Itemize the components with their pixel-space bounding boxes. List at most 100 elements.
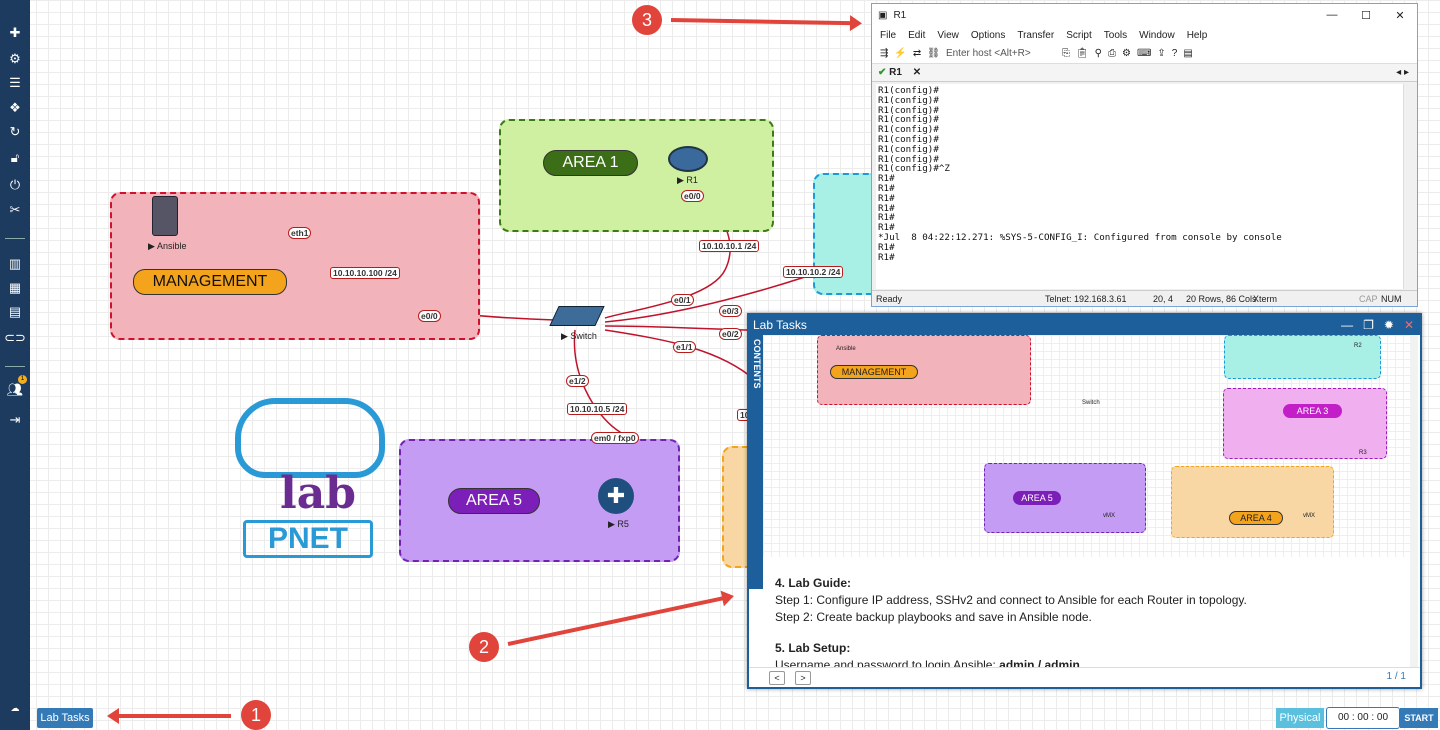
status-size: 20 Rows, 86 Cols [1186,293,1257,304]
map-icon[interactable]: ▦ [0,277,30,299]
logout-icon[interactable]: ⇥ [0,409,30,431]
settings-icon[interactable]: ✹ [1384,315,1394,335]
ip-label: 10.10.10.5 /24 [567,403,628,415]
terminal-app-icon: ▣ [878,9,888,21]
minimize-icon[interactable]: — [1341,315,1353,335]
status-ready: Ready [876,293,903,304]
link-label: e0/2 [719,328,742,340]
menu-view[interactable]: View [937,30,959,41]
server-icon[interactable] [152,196,178,236]
r1-window-titlebar[interactable]: ▣ R1 — ☐ ✕ [872,4,1417,26]
cubes-icon[interactable]: ❖ [0,97,30,119]
mini-area3-label: AREA 3 [1283,404,1342,418]
callout-badge-1: 1 [241,700,271,730]
chart-icon[interactable]: ▥ [0,253,30,275]
close-icon[interactable]: ✕ [1383,9,1417,22]
status-term: Xterm [1253,293,1278,304]
settings-icon[interactable]: ⚙ [1122,48,1131,59]
lab-timer: 00 : 00 : 00 [1326,707,1400,729]
status-cap: CAP [1359,293,1378,304]
juniper-router-icon[interactable]: ✚ [598,478,634,514]
pnet-small-logo-icon[interactable]: ☁ [0,697,30,719]
lab-tasks-scrollbar[interactable] [1410,335,1418,669]
mini-switch-label: Switch [1082,400,1100,406]
link-label: e1/2 [566,375,589,387]
quick-connect-icon[interactable]: ⚡ [894,48,906,59]
management-label: MANAGEMENT [133,269,287,295]
link-label: e1/1 [673,341,696,353]
router-icon[interactable] [668,146,708,172]
mini-r3-label: R3 [1359,450,1367,456]
power-icon[interactable]: ⏻ [0,174,30,196]
lab-tasks-title: Lab Tasks [753,318,807,332]
refresh-icon[interactable]: ↻ [0,121,30,143]
lab-tasks-titlebar[interactable]: Lab Tasks — ❐ ✹ ✕ [749,315,1420,335]
next-page-icon[interactable]: > [795,671,811,685]
link-label: e0/0 [418,310,441,322]
sftp-icon[interactable]: ⇪ [1157,48,1165,59]
physical-button[interactable]: Physical [1276,708,1324,728]
status-num: NUM [1381,293,1402,304]
find-icon[interactable]: ⚲ [1095,48,1102,59]
r1-terminal-window[interactable]: ▣ R1 — ☐ ✕ File Edit View Options Transf… [871,3,1418,307]
menu-script[interactable]: Script [1066,30,1092,41]
cogs-icon[interactable]: ⚙ [0,48,30,70]
tools-icon[interactable]: ✂ [0,199,30,221]
menu-options[interactable]: Options [971,30,1005,41]
lab-tasks-button[interactable]: Lab Tasks [37,708,93,728]
menu-edit[interactable]: Edit [908,30,925,41]
area1[interactable] [499,119,774,232]
restore-icon[interactable]: ❐ [1363,315,1374,335]
paste-icon[interactable]: 📋︎ [1076,48,1089,59]
contents-tab[interactable]: CONTENTS [749,335,763,589]
link-label: e0/3 [719,305,742,317]
lab-tasks-window[interactable]: Lab Tasks — ❐ ✹ ✕ CONTENTS MANAGEMENT An… [747,313,1422,689]
copy-icon[interactable]: ⎘ [1062,48,1070,59]
list-icon[interactable]: ☰ [0,72,30,94]
check-icon: ✔ [878,67,887,78]
menu-tools[interactable]: Tools [1104,30,1127,41]
terminal-output[interactable]: R1(config)# R1(config)# R1(config)# R1(c… [876,84,1403,289]
user-plus-icon[interactable]: 👥︎ 1 [0,375,30,401]
switch-icon[interactable] [549,306,605,326]
tab-scroll-icon[interactable]: ◂ ▸ [1396,67,1409,78]
switch-node-label: ▶ Switch [561,331,597,341]
connect-icon[interactable]: ⇶ [880,48,888,59]
minimize-icon[interactable]: — [1315,9,1349,22]
unlock-icon[interactable]: 🔓︎ [0,147,30,169]
callout-badge-2: 2 [469,632,499,662]
prev-page-icon[interactable]: < [769,671,785,685]
maximize-icon[interactable]: ☐ [1349,9,1383,22]
link-label: eth1 [288,227,312,239]
mini-topology-image: MANAGEMENT Ansible R2 AREA 3 R3 AREA 5 v… [763,335,1418,557]
cloud-icon [235,398,385,478]
link-label: e0/1 [671,294,694,306]
menu-help[interactable]: Help [1187,30,1208,41]
reconnect-icon[interactable]: ⇄ [913,48,921,59]
book-icon[interactable]: ▤ [0,301,30,323]
start-button[interactable]: START [1400,708,1438,728]
tab-close-icon[interactable]: ✕ [913,67,921,78]
keymap-icon[interactable]: ⌨ [1137,48,1151,59]
r1-menubar: File Edit View Options Transfer Script T… [872,26,1417,44]
tab-r1[interactable]: ✔ R1 ✕ [878,67,921,78]
toggle-icon[interactable]: ⊂⊃ [0,327,30,349]
monitor-icon[interactable]: ▤ [1183,48,1192,59]
ip-label: 10.10.10.100 /24 [330,267,400,279]
menu-file[interactable]: File [880,30,896,41]
host-input[interactable]: Enter host <Alt+R> [946,48,1056,59]
print-icon[interactable]: ⎙ [1108,48,1116,59]
close-icon[interactable]: ✕ [1404,315,1414,335]
menu-transfer[interactable]: Transfer [1017,30,1054,41]
terminal-scrollbar[interactable] [1403,84,1415,289]
link-icon[interactable]: ⛓ [927,48,940,59]
mini-area4-label: AREA 4 [1229,511,1283,525]
mini-vmx-label: vMX [1103,513,1115,519]
mini-area5 [984,463,1146,533]
ip-label: 10.10.10.2 /24 [783,266,844,278]
lab-guide-step1: Step 1: Configure IP address, SSHv2 and … [775,593,1247,607]
menu-window[interactable]: Window [1139,30,1175,41]
lab-guide-text: 4. Lab Guide: Step 1: Configure IP addre… [775,575,1405,674]
help-icon[interactable]: ? [1172,48,1178,59]
plus-icon[interactable]: ✚ [0,22,30,44]
